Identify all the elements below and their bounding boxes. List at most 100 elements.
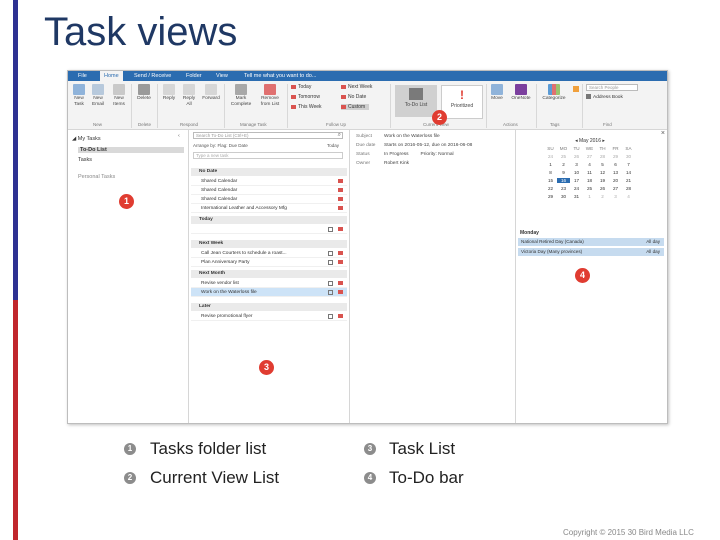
checkbox[interactable] xyxy=(328,314,333,319)
group-header[interactable]: Next Month xyxy=(191,270,347,278)
calendar-day[interactable]: 9 xyxy=(557,170,570,175)
calendar-day[interactable]: 3 xyxy=(570,162,583,167)
calendar-day[interactable]: 26 xyxy=(570,154,583,159)
calendar-day[interactable]: 10 xyxy=(570,170,583,175)
calendar-day[interactable]: 7 xyxy=(622,162,635,167)
menu-folder[interactable]: Folder xyxy=(186,73,202,79)
calendar-day[interactable]: 6 xyxy=(609,162,622,167)
calendar-day[interactable]: 17 xyxy=(570,178,583,183)
task-search-input[interactable]: Search To-Do List (Ctrl+E) xyxy=(193,132,343,139)
flag-icon[interactable] xyxy=(338,314,343,318)
task-row[interactable]: Revise vendor list xyxy=(191,279,347,288)
calendar-day[interactable]: 25 xyxy=(557,154,570,159)
followup-this-week[interactable]: This Week xyxy=(291,104,322,110)
my-tasks-header[interactable]: ◢ My Tasks xyxy=(72,136,101,142)
flag-icon[interactable] xyxy=(338,206,343,210)
folder-personal-tasks[interactable]: Personal Tasks xyxy=(78,174,115,180)
calendar-day[interactable]: 24 xyxy=(544,154,557,159)
calendar-day[interactable]: 31 xyxy=(570,194,583,199)
task-row[interactable]: Shared Calendar xyxy=(191,195,347,204)
event-item[interactable]: National Retired Day (Canada) All day xyxy=(518,238,664,246)
arrange-by[interactable]: Arrange by: Flag: Due Date Today xyxy=(193,143,343,148)
calendar-day[interactable]: 20 xyxy=(609,178,622,183)
new-email-button[interactable]: New Email xyxy=(90,84,106,107)
categorize-button[interactable]: Categorize xyxy=(539,84,569,102)
calendar-day[interactable]: 13 xyxy=(609,170,622,175)
menu-file[interactable]: File xyxy=(78,73,87,79)
task-row[interactable]: Shared Calendar xyxy=(191,177,347,186)
calendar-day[interactable]: 22 xyxy=(544,186,557,191)
event-item[interactable]: Victoria Day (Many provinces) All day xyxy=(518,248,664,256)
followup-tomorrow[interactable]: Tomorrow xyxy=(291,94,320,100)
flag-icon[interactable] xyxy=(338,290,343,294)
calendar-day[interactable]: 26 xyxy=(596,186,609,191)
reply-button[interactable]: Reply xyxy=(161,84,177,102)
new-task-input[interactable]: Type a new task xyxy=(193,152,343,159)
calendar-day[interactable]: 4 xyxy=(622,194,635,199)
folder-tasks[interactable]: Tasks xyxy=(78,157,92,163)
calendar-day[interactable]: 15 xyxy=(544,178,557,183)
calendar-day[interactable]: 23 xyxy=(557,186,570,191)
calendar-day[interactable]: 18 xyxy=(583,178,596,183)
new-items-button[interactable]: New Items xyxy=(110,84,128,107)
mark-complete-button[interactable]: Mark Complete xyxy=(228,84,254,107)
calendar-day[interactable]: 16 xyxy=(557,178,570,183)
forward-button[interactable]: Forward xyxy=(201,84,221,102)
task-row[interactable]: Call Jean Courters to schedule a roast..… xyxy=(191,249,347,258)
view-todo-list[interactable]: To-Do List xyxy=(395,85,437,117)
task-row[interactable]: Plan Anniversary Party xyxy=(191,258,347,267)
flag-icon[interactable] xyxy=(338,251,343,255)
menu-view[interactable]: View xyxy=(216,73,228,79)
calendar-day[interactable]: 5 xyxy=(596,162,609,167)
flag-icon[interactable] xyxy=(338,281,343,285)
checkbox[interactable] xyxy=(328,260,333,265)
task-row[interactable]: International Leather and Accessory Mfg xyxy=(191,204,347,213)
followup-next-week[interactable]: Next Week xyxy=(341,84,372,90)
calendar-day[interactable]: 29 xyxy=(544,194,557,199)
followup-custom[interactable]: Custom xyxy=(341,104,370,110)
calendar-day[interactable]: 2 xyxy=(596,194,609,199)
checkbox[interactable] xyxy=(328,281,333,286)
calendar-day[interactable]: 12 xyxy=(596,170,609,175)
delete-button[interactable]: Delete xyxy=(135,84,153,102)
task-row[interactable]: Shared Calendar xyxy=(191,186,347,195)
followup-no-date[interactable]: No Date xyxy=(341,94,366,100)
tell-me-box[interactable]: Tell me what you want to do... xyxy=(244,73,316,79)
calendar-day[interactable]: 1 xyxy=(583,194,596,199)
checkbox[interactable] xyxy=(328,227,333,232)
group-header[interactable]: Today xyxy=(191,216,347,224)
menu-home[interactable]: Home xyxy=(100,71,123,81)
calendar-day[interactable]: 30 xyxy=(557,194,570,199)
calendar-day[interactable]: 1 xyxy=(544,162,557,167)
folder-todo-list[interactable]: To-Do List xyxy=(78,147,184,153)
checkbox[interactable] xyxy=(328,251,333,256)
calendar-day[interactable]: 19 xyxy=(596,178,609,183)
calendar-day[interactable]: 27 xyxy=(609,186,622,191)
new-task-button[interactable]: New Task xyxy=(71,84,87,107)
close-icon[interactable]: × xyxy=(661,130,665,137)
group-header[interactable]: Later xyxy=(191,303,347,311)
calendar-day[interactable]: 4 xyxy=(583,162,596,167)
move-button[interactable]: Move xyxy=(488,84,506,102)
checkbox[interactable] xyxy=(328,290,333,295)
calendar-day[interactable]: 8 xyxy=(544,170,557,175)
reply-all-button[interactable]: Reply All xyxy=(180,84,198,107)
calendar-day[interactable]: 25 xyxy=(583,186,596,191)
flag-icon[interactable] xyxy=(338,179,343,183)
task-row-selected[interactable]: Work on the Waterloss file xyxy=(191,288,347,297)
search-people-input[interactable]: Search People xyxy=(586,84,638,91)
group-header[interactable]: Next Week xyxy=(191,240,347,248)
calendar-day[interactable]: 2 xyxy=(557,162,570,167)
calendar-day[interactable]: 3 xyxy=(609,194,622,199)
group-header[interactable]: No Date xyxy=(191,168,347,176)
calendar-day[interactable]: 30 xyxy=(622,154,635,159)
calendar-day[interactable]: 11 xyxy=(583,170,596,175)
flag-icon[interactable] xyxy=(338,188,343,192)
flag-icon[interactable] xyxy=(338,227,343,231)
remove-from-list-button[interactable]: Remove from List xyxy=(256,84,284,107)
followup-today[interactable]: Today xyxy=(291,84,311,90)
tag-icon[interactable] xyxy=(573,86,579,92)
menu-send-receive[interactable]: Send / Receive xyxy=(134,73,171,79)
calendar-day[interactable]: 21 xyxy=(622,178,635,183)
calendar-day[interactable]: 27 xyxy=(583,154,596,159)
